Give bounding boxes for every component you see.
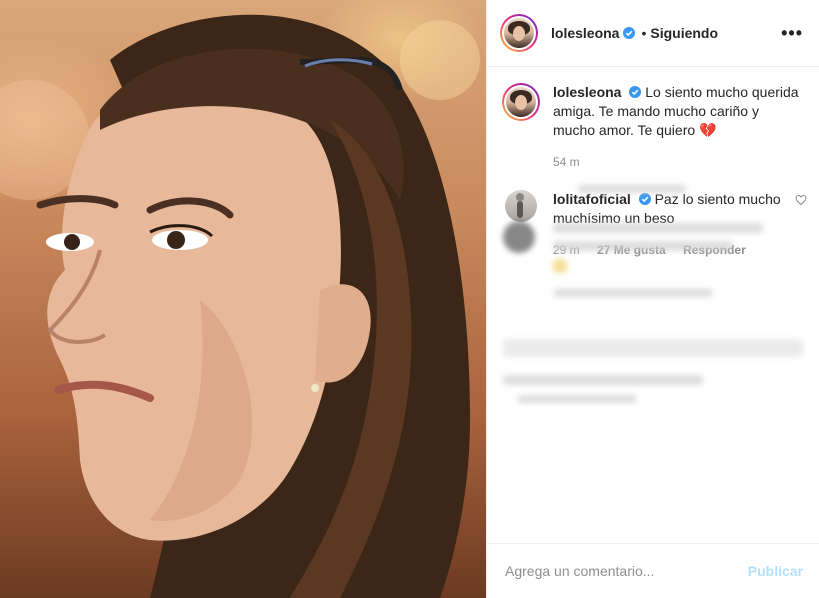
avatar-image: [504, 18, 534, 48]
blurred-line: [553, 289, 713, 297]
verified-badge-icon: [629, 86, 642, 98]
avatar-border: [504, 85, 538, 119]
comment-body: lolesleona Lo siento mucho querida amiga…: [553, 83, 803, 172]
comment-input[interactable]: [503, 562, 748, 580]
author-avatar[interactable]: [500, 14, 538, 52]
comment-avatar-wrap: [502, 83, 540, 172]
blurred-content: [487, 179, 819, 449]
verified-badge-icon: [623, 27, 636, 39]
post-photo[interactable]: [0, 0, 486, 598]
avatar-image: [506, 87, 536, 117]
blurred-line: [553, 241, 733, 251]
more-options-icon[interactable]: •••: [781, 23, 803, 44]
publish-button[interactable]: Publicar: [748, 563, 803, 579]
author-username[interactable]: lolesleona: [551, 25, 619, 41]
blurred-emoji: [553, 259, 567, 273]
comment-author-avatar[interactable]: [502, 83, 540, 121]
blurred-line: [553, 223, 763, 233]
blurred-line: [517, 395, 637, 403]
comments-list: lolesleona Lo siento mucho querida amiga…: [487, 67, 819, 543]
avatar-border: [502, 16, 536, 50]
caption-comment: lolesleona Lo siento mucho querida amiga…: [502, 83, 803, 172]
blurred-line: [577, 185, 687, 193]
portrait-illustration: [0, 14, 480, 598]
blurred-actions: [503, 339, 803, 357]
comment-username[interactable]: lolesleona: [553, 84, 621, 100]
instagram-post: lolesleona • Siguiendo ••• lolesleona Lo…: [0, 0, 819, 598]
blurred-avatar: [503, 221, 535, 253]
comment-meta: 54 m: [553, 153, 803, 172]
following-button[interactable]: Siguiendo: [650, 25, 718, 41]
separator-dot: •: [641, 25, 647, 41]
blurred-line: [503, 375, 703, 385]
add-comment-bar: Publicar: [487, 543, 819, 598]
post-side-panel: lolesleona • Siguiendo ••• lolesleona Lo…: [486, 0, 819, 598]
comment-time[interactable]: 54 m: [553, 155, 580, 169]
post-header: lolesleona • Siguiendo •••: [487, 0, 819, 67]
